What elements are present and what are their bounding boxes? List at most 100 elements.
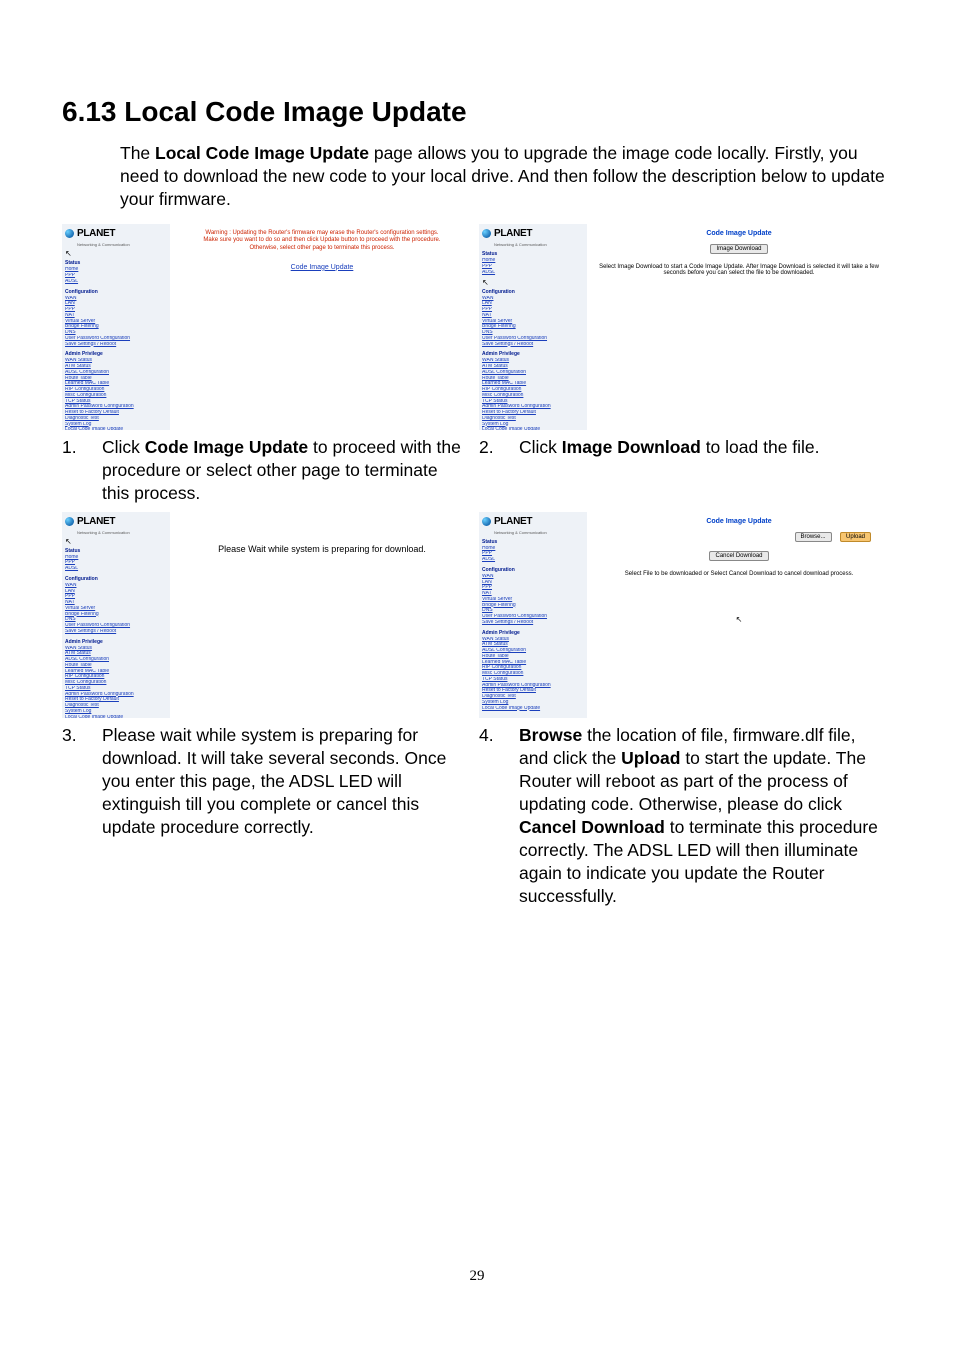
nav-head-admin: Admin Privilege <box>65 639 167 645</box>
nav-link[interactable]: ADSL <box>482 557 584 563</box>
shot1-sidebar: PLANET Networking & Communication ↖ Stat… <box>62 224 170 430</box>
nav-status-list: HomePPPADSL <box>65 555 167 572</box>
caption-1-b: Code Image Update <box>145 437 308 457</box>
intro-before: The <box>120 143 155 163</box>
cursor-icon: ↖ <box>65 249 72 258</box>
caption-2-b: Image Download <box>562 437 701 457</box>
caption-4-b1: Browse <box>519 725 582 745</box>
cancel-download-button[interactable]: Cancel Download <box>709 551 768 561</box>
caption-3-number: 3. <box>62 724 102 909</box>
nav-link[interactable]: ADSL <box>482 270 584 276</box>
logo-subtitle: Networking & Communication <box>494 242 584 247</box>
shot4-main: Code Image Update Browse... Upload Cance… <box>587 512 891 718</box>
nav-link[interactable]: Local Code Image Update <box>482 427 584 430</box>
page-number: 29 <box>62 1268 892 1285</box>
logo: PLANET <box>482 516 584 527</box>
screenshot-2: PLANET Networking & Communication Status… <box>479 224 891 430</box>
caption-4-number: 4. <box>479 724 519 909</box>
nav-head-status: Status <box>482 539 584 545</box>
upload-button[interactable]: Upload <box>840 532 871 542</box>
logo-subtitle: Networking & Communication <box>77 530 167 535</box>
nav-link[interactable]: Save Settings / Reboot <box>482 342 584 348</box>
logo-text: PLANET <box>77 228 115 239</box>
warning-line-1: Warning : Updating the Router's firmware… <box>178 230 466 237</box>
nav-head-admin: Admin Privilege <box>482 630 584 636</box>
section-heading: 6.13 Local Code Image Update <box>62 96 892 128</box>
logo: PLANET <box>65 228 167 239</box>
caption-1-number: 1. <box>62 436 102 505</box>
logo: PLANET <box>65 516 167 527</box>
caption-4: 4. Browse the location of file, firmware… <box>479 724 892 909</box>
globe-icon <box>65 229 74 238</box>
logo: PLANET <box>482 228 584 239</box>
caption-3: 3. Please wait while system is preparing… <box>62 724 475 909</box>
nav-head-config: Configuration <box>65 289 167 295</box>
nav-status-list: HomePPPADSL <box>482 258 584 275</box>
nav-admin-list: WAN StatusATM StatusADSL ConfigurationRo… <box>482 358 584 430</box>
shot2-desc: Select Image Download to start a Code Im… <box>595 264 883 276</box>
cursor-icon: ↖ <box>736 615 743 624</box>
shot3-sidebar: PLANET Networking & Communication ↖ Stat… <box>62 512 170 718</box>
nav-config-list: WANLANPPPNATVirtual ServerBridge Filteri… <box>482 296 584 348</box>
logo-text: PLANET <box>77 516 115 527</box>
nav-link[interactable]: Save Settings / Reboot <box>65 342 167 348</box>
shot1-main: Warning : Updating the Router's firmware… <box>170 224 474 430</box>
nav-head-config: Configuration <box>65 576 167 582</box>
nav-head-status: Status <box>65 260 167 266</box>
warning-line-3: Otherwise, select other page to terminat… <box>178 245 466 252</box>
screenshot-4: PLANET Networking & Communication Status… <box>479 512 891 718</box>
globe-icon <box>65 517 74 526</box>
globe-icon <box>482 517 491 526</box>
logo-text: PLANET <box>494 516 532 527</box>
nav-head-config: Configuration <box>482 289 584 295</box>
caption-1: 1. Click Code Image Update to proceed wi… <box>62 436 475 505</box>
nav-head-status: Status <box>65 548 167 554</box>
nav-admin-list: WAN StatusATM StatusADSL ConfigurationRo… <box>65 358 167 430</box>
globe-icon <box>482 229 491 238</box>
screenshot-1: PLANET Networking & Communication ↖ Stat… <box>62 224 474 430</box>
nav-status-list: HomePPPADSL <box>482 546 584 563</box>
nav-head-admin: Admin Privilege <box>65 351 167 357</box>
caption-2-a: Click <box>519 437 562 457</box>
shot3-main: Please Wait while system is preparing fo… <box>170 512 474 718</box>
shot2-sidebar: PLANET Networking & Communication Status… <box>479 224 587 430</box>
logo-subtitle: Networking & Communication <box>494 530 584 535</box>
nav-admin-list: WAN StatusATM StatusADSL ConfigurationRo… <box>65 646 167 718</box>
nav-link[interactable]: ADSL <box>65 566 167 572</box>
shot4-sidebar: PLANET Networking & Communication Status… <box>479 512 587 718</box>
nav-config-list: WANLANPPPNATVirtual ServerBridge Filteri… <box>65 583 167 635</box>
nav-link[interactable]: Save Settings / Reboot <box>65 629 167 635</box>
nav-head-config: Configuration <box>482 567 584 573</box>
nav-config-list: WANLANPPPNATVirtual ServerBridge Filteri… <box>65 296 167 348</box>
logo-subtitle: Networking & Communication <box>77 242 167 247</box>
shot4-desc: Select File to be downloaded or Select C… <box>595 571 883 577</box>
page-title: Code Image Update <box>595 518 883 525</box>
nav-link[interactable]: Local Code Image Update <box>65 715 167 718</box>
caption-2: 2. Click Image Download to load the file… <box>479 436 892 505</box>
wait-message: Please Wait while system is preparing fo… <box>178 544 466 554</box>
nav-config-list: WANLANPPPNATVirtual ServerBridge Filteri… <box>482 574 584 626</box>
caption-2-number: 2. <box>479 436 519 505</box>
nav-link[interactable]: Local Code Image Update <box>65 427 167 430</box>
caption-4-b2: Upload <box>621 748 680 768</box>
intro-bold: Local Code Image Update <box>155 143 369 163</box>
logo-text: PLANET <box>494 228 532 239</box>
intro-paragraph: The Local Code Image Update page allows … <box>120 142 892 210</box>
warning-line-2: Make sure you want to do so and then cli… <box>178 237 466 244</box>
browse-button[interactable]: Browse... <box>795 532 832 542</box>
caption-2-c: to load the file. <box>701 437 820 457</box>
nav-link[interactable]: ADSL <box>65 279 167 285</box>
caption-3-text: Please wait while system is preparing fo… <box>102 724 475 909</box>
nav-link[interactable]: Save Settings / Reboot <box>482 620 584 626</box>
nav-head-status: Status <box>482 251 584 257</box>
caption-1-a: Click <box>102 437 145 457</box>
image-download-button[interactable]: Image Download <box>710 244 767 254</box>
caption-4-b3: Cancel Download <box>519 817 665 837</box>
cursor-icon: ↖ <box>65 537 72 546</box>
nav-admin-list: WAN StatusATM StatusADSL ConfigurationRo… <box>482 637 584 712</box>
nav-status-list: HomePPPADSL <box>65 267 167 284</box>
page-title: Code Image Update <box>595 230 883 237</box>
code-image-update-link[interactable]: Code Image Update <box>178 264 466 271</box>
shot2-main: Code Image Update Image Download Select … <box>587 224 891 430</box>
nav-link[interactable]: Local Code Image Update <box>482 706 584 712</box>
